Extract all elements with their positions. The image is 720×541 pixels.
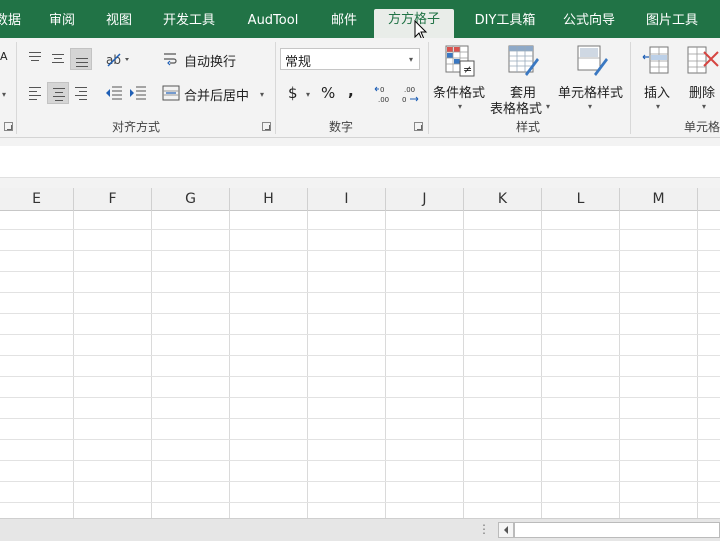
increase-indent-icon[interactable] <box>128 84 148 102</box>
ribbon-body: A ▾ ab 自动换行 <box>0 38 720 138</box>
separator <box>630 42 631 134</box>
percent-button[interactable]: % <box>321 84 335 102</box>
conditional-formatting-button[interactable]: ≠ 条件格式 ▾ <box>432 42 488 112</box>
chevron-down-icon: ▾ <box>458 102 463 111</box>
cell-styles-label: 单元格样式 <box>558 86 624 101</box>
cell-styles-icon <box>577 45 608 76</box>
delete-cells-button[interactable]: 删除 ▾ <box>682 42 720 112</box>
worksheet-grid[interactable] <box>0 211 720 518</box>
merge-center-dropdown-icon[interactable]: ▾ <box>260 90 264 99</box>
separator <box>16 42 17 134</box>
chevron-down-icon: ▾ <box>702 102 707 111</box>
comma-style-button[interactable]: , <box>348 82 354 100</box>
scroll-left-button[interactable] <box>498 522 514 538</box>
splitter-handle-icon[interactable]: ⋮ <box>478 522 490 536</box>
align-middle-button[interactable] <box>47 48 69 70</box>
tab-view[interactable]: 视图 <box>100 10 138 34</box>
column-header-f[interactable]: F <box>74 188 152 211</box>
currency-button[interactable]: $ <box>288 84 298 102</box>
svg-text:0: 0 <box>402 96 406 104</box>
tab-formula-wizard[interactable]: 公式向导 <box>558 10 620 34</box>
decrease-decimal-icon[interactable]: .00 0 <box>400 84 422 104</box>
svg-text:.00: .00 <box>378 96 389 104</box>
horizontal-scrollbar[interactable] <box>514 522 720 538</box>
number-group-label: 数字 <box>329 120 354 134</box>
scroll-left-arrow-icon <box>504 526 508 534</box>
alignment-group-label: 对齐方式 <box>112 120 161 134</box>
delete-cells-icon <box>687 46 719 74</box>
number-format-select[interactable]: 常规 ▾ <box>280 48 420 70</box>
column-header-e[interactable]: E <box>0 188 74 211</box>
format-as-table-button[interactable]: 套用 表格格式 ▾ <box>490 42 558 117</box>
font-group-launcher[interactable] <box>4 122 13 131</box>
align-bottom-button[interactable] <box>70 48 92 70</box>
styles-group-label: 样式 <box>516 120 541 134</box>
column-header-m[interactable]: M <box>620 188 698 211</box>
tab-diy-toolbox[interactable]: DIY工具箱 <box>466 10 544 34</box>
align-top-button[interactable] <box>24 48 46 70</box>
tab-mail[interactable]: 邮件 <box>325 10 363 34</box>
column-header-k[interactable]: K <box>464 188 542 211</box>
wrap-text-icon <box>164 53 177 66</box>
formula-bar[interactable] <box>0 146 720 178</box>
cell-styles-button[interactable]: 单元格样式 ▾ <box>556 42 626 112</box>
merge-center-label: 合并后居中 <box>184 89 250 104</box>
tab-data[interactable]: 数据 <box>0 10 22 34</box>
cells-group-label: 单元格 <box>684 120 720 134</box>
tab-developer[interactable]: 开发工具 <box>158 10 220 34</box>
merge-center-icon <box>162 85 180 101</box>
orientation-icon[interactable]: ab <box>104 50 130 68</box>
insert-cells-label: 插入 <box>644 86 671 101</box>
align-center-button[interactable] <box>47 82 69 104</box>
column-header-h[interactable]: H <box>230 188 308 211</box>
ribbon-gap <box>0 138 720 146</box>
insert-cells-button[interactable]: 插入 ▾ <box>638 42 678 112</box>
column-header-j[interactable]: J <box>386 188 464 211</box>
tab-audtool[interactable]: AudTool <box>240 10 306 34</box>
sheet-tab-bar: ⋮ <box>0 518 720 541</box>
delete-cells-label: 删除 <box>689 86 716 101</box>
alignment-group-launcher[interactable] <box>262 122 271 131</box>
separator <box>275 42 276 134</box>
insert-cells-icon <box>642 46 669 74</box>
currency-dropdown-icon[interactable]: ▾ <box>306 90 310 99</box>
separator <box>428 42 429 134</box>
column-header-i[interactable]: I <box>308 188 386 211</box>
align-right-button[interactable] <box>70 82 92 104</box>
wrap-text-button[interactable]: 自动换行 <box>162 50 248 70</box>
increase-decimal-icon[interactable]: 0 .00 <box>374 84 396 104</box>
tab-review[interactable]: 审阅 <box>44 10 80 34</box>
chevron-down-icon: ▾ <box>588 102 593 111</box>
conditional-formatting-label: 条件格式 <box>433 86 486 101</box>
column-header-l[interactable]: L <box>542 188 620 211</box>
svg-text:0: 0 <box>380 86 384 94</box>
chevron-down-icon: ▾ <box>409 55 414 64</box>
merge-center-button[interactable]: 合并后居中 ▾ <box>162 84 272 104</box>
number-group-launcher[interactable] <box>414 122 423 131</box>
format-as-table-icon <box>508 45 539 76</box>
column-header-gap <box>0 178 720 188</box>
format-as-table-label-line2: 表格格式 <box>490 102 543 117</box>
svg-text:.00: .00 <box>404 86 415 94</box>
chevron-down-icon: ▾ <box>656 102 661 111</box>
chevron-down-icon: ▾ <box>546 102 551 111</box>
wrap-text-label: 自动换行 <box>184 55 237 70</box>
number-format-value: 常规 <box>285 55 312 70</box>
ribbon-left-caret: ▾ <box>2 90 7 99</box>
ribbon-tab-bar: 数据 审阅 视图 开发工具 AudTool 邮件 方方格子 DIY工具箱 公式向… <box>0 0 720 41</box>
ribbon-left-clip: A <box>0 50 8 63</box>
svg-text:≠: ≠ <box>463 63 472 76</box>
tab-picture-tools[interactable]: 图片工具 <box>640 10 704 34</box>
conditional-formatting-icon: ≠ <box>445 45 475 77</box>
column-header-g[interactable]: G <box>152 188 230 211</box>
column-header-bar: E F G H I J K L M <box>0 188 720 211</box>
decrease-indent-icon[interactable] <box>104 84 124 102</box>
align-left-button[interactable] <box>24 82 46 104</box>
